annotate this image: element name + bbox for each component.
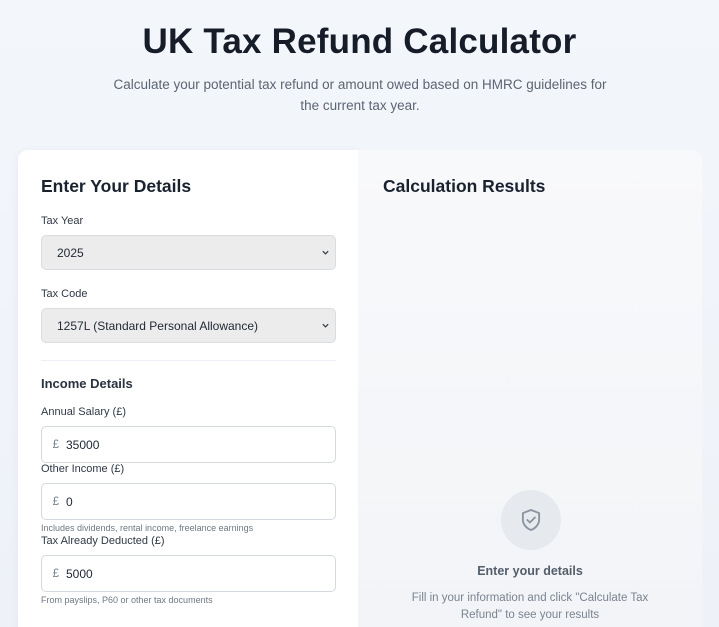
tax-year-select[interactable]: 2025 [41, 235, 336, 270]
other-income-value: 0 [66, 494, 73, 509]
annual-salary-input[interactable]: £ 35000 [41, 426, 336, 463]
income-details-heading: Income Details [41, 376, 133, 391]
details-form-panel: Enter Your Details Tax Year 2025 Tax Cod… [18, 150, 358, 627]
tax-deducted-helper: From payslips, P60 or other tax document… [41, 595, 213, 605]
shield-check-icon [501, 490, 561, 550]
tax-year-label: Tax Year [41, 215, 84, 227]
other-income-input[interactable]: £ 0 [41, 483, 336, 520]
form-heading: Enter Your Details [41, 176, 192, 196]
other-income-helper: Includes dividends, rental income, freel… [41, 523, 254, 533]
tax-code-label: Tax Code [41, 288, 88, 300]
empty-state-text: Fill in your information and click "Calc… [411, 592, 649, 621]
tax-deducted-value: 5000 [66, 566, 93, 581]
tax-deducted-input[interactable]: £ 5000 [41, 555, 336, 592]
pound-icon: £ [52, 495, 59, 508]
page-title: UK Tax Refund Calculator [142, 22, 577, 61]
results-panel: Calculation Results Enter your details F… [358, 150, 702, 627]
annual-salary-value: 35000 [66, 437, 100, 452]
tax-year-value: 2025 [57, 245, 84, 260]
pound-icon: £ [52, 567, 59, 580]
chevron-down-icon [322, 250, 329, 255]
annual-salary-label: Annual Salary (£) [41, 406, 126, 418]
chevron-down-icon [322, 323, 329, 328]
pound-icon: £ [52, 438, 59, 451]
results-heading: Calculation Results [383, 176, 546, 196]
tax-deducted-label: Tax Already Deducted (£) [41, 535, 165, 547]
tax-code-select[interactable]: 1257L (Standard Personal Allowance) [41, 308, 336, 343]
empty-state-title: Enter your details [477, 564, 583, 578]
tax-code-value: 1257L (Standard Personal Allowance) [57, 318, 259, 333]
calculator-layout: Enter Your Details Tax Year 2025 Tax Cod… [18, 150, 702, 627]
page-subtitle: Calculate your potential tax refund or a… [113, 77, 607, 113]
section-divider [41, 360, 336, 361]
other-income-label: Other Income (£) [41, 463, 125, 475]
